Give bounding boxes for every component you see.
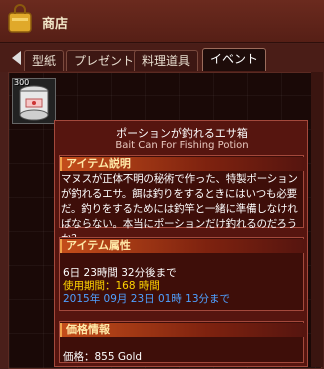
tab-scroll-left-icon[interactable] xyxy=(12,51,21,65)
expiry-date: 2015年 09月 23日 01時 13分まで xyxy=(63,293,231,305)
item-name-english: Bait Can For Fishing Potion xyxy=(115,140,249,151)
attributes-header: アイテム属性 xyxy=(60,239,304,253)
tab-bar: 型紙 プレゼント 料理道具 イベント xyxy=(0,44,324,72)
description-header: アイテム説明 xyxy=(60,157,304,171)
item-count: 300 xyxy=(14,78,30,87)
grid-scrollbar[interactable] xyxy=(311,72,323,367)
shopping-bag-icon xyxy=(8,4,32,33)
item-price: 価格：855 Gold xyxy=(63,351,143,363)
tab-presents[interactable]: プレゼント xyxy=(66,50,143,71)
item-name: ポーションが釣れるエサ箱 xyxy=(116,127,248,140)
tab-event[interactable]: イベント xyxy=(202,48,267,71)
window-header: 商店 xyxy=(0,0,324,43)
item-description: マヌスが正体不明の秘術で作った、特製ポーションが釣れるエサ。餌は釣りをするときに… xyxy=(61,173,298,245)
tab-cooking-tools[interactable]: 料理道具 xyxy=(134,50,199,71)
item-tooltip: ポーションが釣れるエサ箱 Bait Can For Fishing Potion… xyxy=(54,120,308,367)
window-title: 商店 xyxy=(42,17,69,32)
tab-patterns[interactable]: 型紙 xyxy=(24,50,65,71)
price-header: 価格情報 xyxy=(60,323,304,337)
